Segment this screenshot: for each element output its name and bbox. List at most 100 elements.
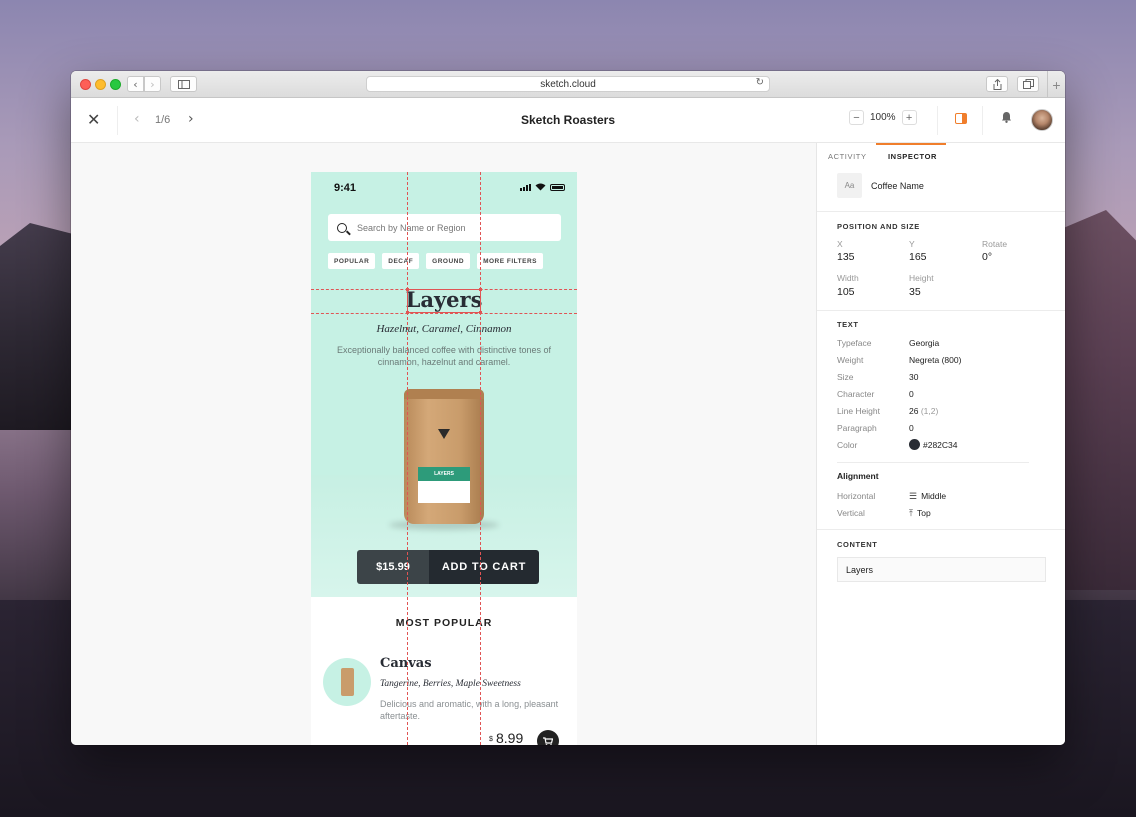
size-value[interactable]: 30 bbox=[909, 372, 918, 382]
inspector-toggle-icon[interactable] bbox=[955, 113, 967, 124]
weight-label: Weight bbox=[837, 355, 864, 365]
coffee-notes[interactable]: Hazelnut, Caramel, Cinnamon bbox=[311, 323, 577, 335]
text-layer-icon: Aa bbox=[837, 173, 862, 198]
list-item-price[interactable]: 8.99 bbox=[496, 730, 523, 745]
zoom-in-button[interactable]: + bbox=[901, 110, 917, 125]
rotate-value[interactable]: 0° bbox=[982, 251, 992, 263]
tabs-icon bbox=[1022, 79, 1034, 89]
bag-body bbox=[404, 389, 484, 524]
vertical-value[interactable]: ⤒ Top bbox=[909, 508, 931, 519]
x-label: X bbox=[837, 239, 843, 249]
browser-back-button[interactable]: ‹ bbox=[127, 76, 144, 92]
cta-price: $15.99 bbox=[357, 550, 429, 584]
list-item-notes[interactable]: Tangerine, Berries, Maple Sweetness bbox=[380, 679, 521, 689]
zoom-level[interactable]: 100% bbox=[864, 112, 902, 123]
reload-icon[interactable]: ↻ bbox=[756, 77, 764, 88]
selection-handle bbox=[406, 288, 409, 291]
character-value[interactable]: 0 bbox=[909, 389, 914, 399]
color-swatch bbox=[909, 439, 920, 450]
browser-window: ‹ › sketch.cloud ↻ + ✕ ‹ 1/6 › Sketch Ro… bbox=[71, 71, 1065, 745]
minimize-window-button[interactable] bbox=[95, 79, 106, 90]
coffee-description[interactable]: Exceptionally balanced coffee with disti… bbox=[331, 344, 557, 368]
chevron-right-icon: › bbox=[150, 77, 155, 91]
divider bbox=[937, 106, 938, 135]
alignment-heading: Alignment bbox=[837, 471, 879, 481]
share-icon bbox=[993, 78, 1001, 90]
typeface-value[interactable]: Georgia bbox=[909, 338, 939, 348]
position-size-heading: POSITION AND SIZE bbox=[837, 222, 920, 231]
tab-activity[interactable]: ACTIVITY bbox=[828, 152, 867, 161]
share-button[interactable] bbox=[986, 76, 1008, 92]
new-tab-button[interactable]: + bbox=[1047, 71, 1065, 98]
selection-handle bbox=[406, 311, 409, 314]
chip-popular[interactable]: POPULAR bbox=[328, 253, 376, 269]
content-heading: CONTENT bbox=[837, 540, 878, 549]
canvas-thumbnail[interactable] bbox=[323, 658, 371, 706]
bag-label-title: LAYERS bbox=[418, 467, 470, 481]
size-label: Size bbox=[837, 372, 854, 382]
chip-more-filters[interactable]: MORE FILTERS bbox=[477, 253, 543, 269]
content-field[interactable]: Layers bbox=[837, 557, 1046, 582]
horizontal-value[interactable]: ☰ Middle bbox=[909, 491, 946, 502]
user-avatar[interactable] bbox=[1031, 109, 1053, 131]
address-bar[interactable]: sketch.cloud ↻ bbox=[366, 76, 770, 92]
divider bbox=[817, 211, 1065, 212]
divider bbox=[982, 106, 983, 135]
align-top-icon: ⤒ bbox=[909, 508, 913, 518]
section-title: MOST POPULAR bbox=[395, 617, 493, 629]
selected-layer: Aa Coffee Name bbox=[837, 173, 924, 198]
add-to-cart-button[interactable]: $15.99 ADD TO CART bbox=[357, 550, 539, 584]
width-value[interactable]: 105 bbox=[837, 286, 855, 298]
sidebar-icon bbox=[177, 79, 190, 89]
search-placeholder: Search by Name or Region bbox=[357, 222, 466, 233]
bag-seal bbox=[404, 389, 484, 399]
vertical-label: Vertical bbox=[837, 508, 865, 518]
height-value[interactable]: 35 bbox=[909, 286, 921, 298]
chip-ground[interactable]: GROUND bbox=[426, 253, 471, 269]
battery-icon bbox=[550, 184, 565, 191]
coffee-bag-image[interactable]: LAYERS bbox=[404, 389, 484, 524]
signal-icon bbox=[520, 184, 531, 191]
color-value[interactable]: #282C34 bbox=[909, 439, 958, 450]
mini-bag-icon bbox=[341, 668, 354, 696]
list-item-name[interactable]: Canvas bbox=[380, 656, 432, 671]
zoom-window-button[interactable] bbox=[110, 79, 121, 90]
cart-icon[interactable] bbox=[537, 730, 559, 745]
wifi-icon bbox=[535, 183, 546, 191]
active-tab-indicator bbox=[876, 143, 946, 145]
rotate-label: Rotate bbox=[982, 239, 1008, 249]
color-label: Color bbox=[837, 440, 858, 450]
line-height-label: Line Height bbox=[837, 406, 881, 416]
color-hex: #282C34 bbox=[923, 440, 958, 450]
browser-forward-button[interactable]: › bbox=[144, 76, 161, 92]
layer-name: Coffee Name bbox=[871, 180, 924, 191]
inspector-panel: ACTIVITY INSPECTOR Aa Coffee Name POSITI… bbox=[816, 143, 1065, 745]
tab-inspector[interactable]: INSPECTOR bbox=[888, 152, 937, 161]
line-height-value[interactable]: 26 (1,2) bbox=[909, 406, 938, 416]
line-height-ratio: (1,2) bbox=[920, 406, 939, 416]
mobile-artboard[interactable]: 9:41 Search by Name or Region POPULAR DE… bbox=[311, 172, 577, 745]
vertical-text: Top bbox=[916, 508, 931, 518]
cta-label: ADD TO CART bbox=[429, 550, 539, 584]
list-item-currency: $ bbox=[489, 736, 493, 743]
chip-decaf[interactable]: DECAF bbox=[382, 253, 420, 269]
zoom-out-button[interactable]: − bbox=[849, 110, 864, 125]
app-header: ✕ ‹ 1/6 › Sketch Roasters − 100% + bbox=[71, 98, 1065, 143]
guide-line-horizontal bbox=[311, 313, 577, 314]
x-value[interactable]: 135 bbox=[837, 251, 855, 263]
close-window-button[interactable] bbox=[80, 79, 91, 90]
text-heading: TEXT bbox=[837, 320, 859, 329]
selection-handle bbox=[479, 288, 482, 291]
weight-value[interactable]: Negreta (800) bbox=[909, 355, 961, 365]
paragraph-value[interactable]: 0 bbox=[909, 423, 914, 433]
character-label: Character bbox=[837, 389, 875, 399]
selection-box bbox=[407, 289, 481, 313]
notifications-bell-icon[interactable] bbox=[1001, 111, 1012, 126]
zoom-control: − 100% + bbox=[849, 110, 917, 125]
horizontal-text: Middle bbox=[921, 491, 947, 501]
browser-sidebar-button[interactable] bbox=[170, 76, 197, 92]
show-tabs-button[interactable] bbox=[1017, 76, 1039, 92]
search-input[interactable]: Search by Name or Region bbox=[328, 214, 561, 241]
line-height-number: 26 bbox=[909, 406, 919, 416]
y-value[interactable]: 165 bbox=[909, 251, 927, 263]
